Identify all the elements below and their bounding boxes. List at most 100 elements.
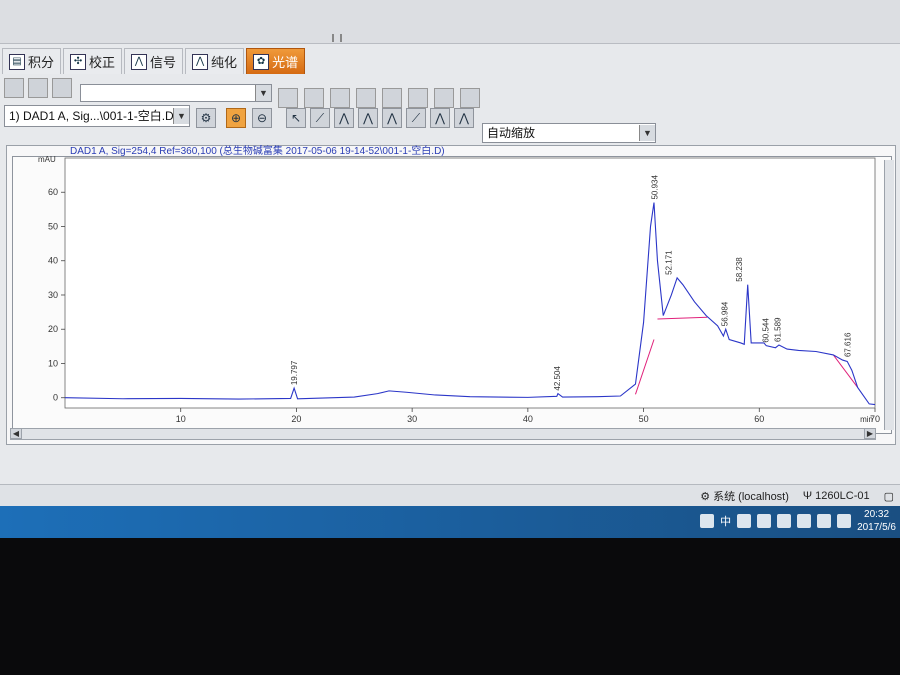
view-tabs: ▤ 积分 ✣ 校正 ⋀ 信号 ⋀ 纯化 ✿ 光谱 xyxy=(0,48,306,76)
ime-indicator[interactable]: 中 xyxy=(720,513,731,529)
tab-signal[interactable]: ⋀ 信号 xyxy=(124,48,184,74)
purify-icon: ⋀ xyxy=(192,53,209,70)
tab-label: 纯化 xyxy=(211,55,238,70)
zoom-in-icon[interactable]: ⊕ xyxy=(226,108,246,128)
system-status: ⚙ 系统 (localhost) xyxy=(700,491,789,503)
peak-label: 19.797 xyxy=(290,360,299,385)
taskbar-clock[interactable]: 20:32 2017/5/6 xyxy=(857,508,896,534)
status-indicator-icon: ▢ xyxy=(883,490,894,503)
signal-icon: ⋀ xyxy=(131,53,148,70)
x-tick-label: 20 xyxy=(291,414,301,424)
tab-spectrum[interactable]: ✿ 光谱 xyxy=(246,48,306,74)
method-combo[interactable]: ▼ xyxy=(80,84,272,102)
export-icon[interactable] xyxy=(408,88,428,108)
scale-select-value: 自动缩放 xyxy=(487,126,536,140)
y-tick-label: 60 xyxy=(48,187,58,197)
signal-select-value: 1) DAD1 A, Sig...\001-1-空白.D) xyxy=(9,109,178,123)
list-icon[interactable] xyxy=(382,88,402,108)
chemstation-window: ▤ 积分 ✣ 校正 ⋀ 信号 ⋀ 纯化 ✿ 光谱 ▼ 1) DAD1 A, Si… xyxy=(0,0,900,506)
peak-label: 67.616 xyxy=(843,332,852,357)
integration-icon: ▤ xyxy=(9,53,25,70)
peak-label: 61.589 xyxy=(774,317,783,342)
x-axis-unit: min xyxy=(860,415,873,424)
instrument-status-text: 1260LC-01 xyxy=(815,490,870,502)
integrate-icon[interactable]: ⟋ xyxy=(406,108,426,128)
report-toolbar xyxy=(278,88,480,108)
plot-area xyxy=(64,157,876,409)
pointer-icon[interactable]: ↖ xyxy=(286,108,306,128)
splitter-grip-icon[interactable] xyxy=(332,34,342,42)
report-icon[interactable] xyxy=(278,88,298,108)
x-tick-label: 10 xyxy=(176,414,186,424)
layout-icon[interactable] xyxy=(330,88,350,108)
open-folder-icon[interactable] xyxy=(28,78,48,98)
monitor-bezel xyxy=(0,538,900,675)
overlay-icon[interactable]: ⋀ xyxy=(454,108,474,128)
top-bar xyxy=(0,0,900,44)
chevron-down-icon[interactable]: ▼ xyxy=(173,108,189,124)
clock-date: 2017/5/6 xyxy=(857,522,896,533)
delete-peak-icon[interactable]: ⋀ xyxy=(382,108,402,128)
calibration-icon: ✣ xyxy=(70,53,87,70)
vertical-scrollbar[interactable] xyxy=(884,160,894,430)
zoom-out-icon[interactable]: ⊖ xyxy=(252,108,272,128)
system-status-text: 系统 (localhost) xyxy=(713,491,789,503)
screen: ▤ 积分 ✣ 校正 ⋀ 信号 ⋀ 纯化 ✿ 光谱 ▼ 1) DAD1 A, Si… xyxy=(0,0,900,675)
draw-baseline-icon[interactable]: ⟋ xyxy=(310,108,330,128)
print-icon[interactable] xyxy=(304,88,324,108)
system-tray: 中 20:32 2017/5/6 xyxy=(700,508,896,534)
tab-label: 信号 xyxy=(150,55,177,70)
x-tick-label: 50 xyxy=(639,414,649,424)
edit-icon[interactable] xyxy=(757,514,772,528)
y-tick-label: 0 xyxy=(53,393,58,403)
horizontal-scrollbar[interactable]: ◀ ▶ xyxy=(10,428,876,440)
x-tick-label: 60 xyxy=(754,414,764,424)
scroll-left-icon[interactable]: ◀ xyxy=(10,428,22,439)
y-axis-label: mAU xyxy=(38,155,56,164)
volume-icon[interactable] xyxy=(837,514,852,528)
y-tick-label: 30 xyxy=(48,290,58,300)
signal-options-icon[interactable]: ⚙ xyxy=(196,108,216,128)
save-icon[interactable] xyxy=(52,78,72,98)
tab-label: 光谱 xyxy=(272,55,299,70)
chevron-down-icon[interactable]: ▼ xyxy=(255,85,271,101)
method-wand-icon[interactable] xyxy=(4,78,24,98)
tab-label: 积分 xyxy=(28,55,55,70)
tab-calibration[interactable]: ✣ 校正 xyxy=(63,48,123,74)
status-bar: ⚙ 系统 (localhost) Ψ 1260LC-01 ▢ xyxy=(0,484,900,506)
table-icon[interactable] xyxy=(356,88,376,108)
tab-integration[interactable]: ▤ 积分 xyxy=(2,48,62,74)
windows-taskbar: 中 20:32 2017/5/6 xyxy=(0,506,900,538)
settings-gear-icon[interactable] xyxy=(737,514,752,528)
y-tick-label: 50 xyxy=(48,221,58,231)
x-tick-label: 30 xyxy=(407,414,417,424)
x-tick-label: 40 xyxy=(523,414,533,424)
peak-label: 58.238 xyxy=(735,257,744,282)
tab-label: 校正 xyxy=(89,55,116,70)
peak-label: 60.544 xyxy=(762,318,771,343)
scroll-right-icon[interactable]: ▶ xyxy=(864,428,876,439)
security-tray-icon[interactable] xyxy=(797,514,812,528)
y-tick-label: 10 xyxy=(48,358,58,368)
instrument-status: Ψ 1260LC-01 xyxy=(802,490,870,502)
peak-icon[interactable]: ⋀ xyxy=(334,108,354,128)
signal-select[interactable]: 1) DAD1 A, Sig...\001-1-空白.D) ▼ xyxy=(4,105,190,127)
tab-purify[interactable]: ⋀ 纯化 xyxy=(185,48,245,74)
spectrum-peak-icon[interactable]: ⋀ xyxy=(430,108,450,128)
keyboard-icon[interactable] xyxy=(700,514,715,528)
network-icon[interactable] xyxy=(817,514,832,528)
peak-label: 52.171 xyxy=(665,250,674,275)
app-tray-icon[interactable] xyxy=(777,514,792,528)
link-icon[interactable] xyxy=(434,88,454,108)
clock-time: 20:32 xyxy=(864,509,890,520)
chevron-down-icon[interactable]: ▼ xyxy=(639,125,655,141)
peak-label: 50.934 xyxy=(650,175,659,200)
y-tick-label: 40 xyxy=(48,256,58,266)
spectrum-icon: ✿ xyxy=(253,53,270,70)
y-tick-label: 20 xyxy=(48,324,58,334)
peak-label: 56.984 xyxy=(720,301,729,326)
peak-label: 42.504 xyxy=(553,366,562,391)
chromatogram-chart[interactable]: 0102030405060mAU10 20 30 40 50 60 70min19.797 4… xyxy=(0,140,900,440)
split-peak-icon[interactable]: ⋀ xyxy=(358,108,378,128)
pen-icon[interactable] xyxy=(460,88,480,108)
